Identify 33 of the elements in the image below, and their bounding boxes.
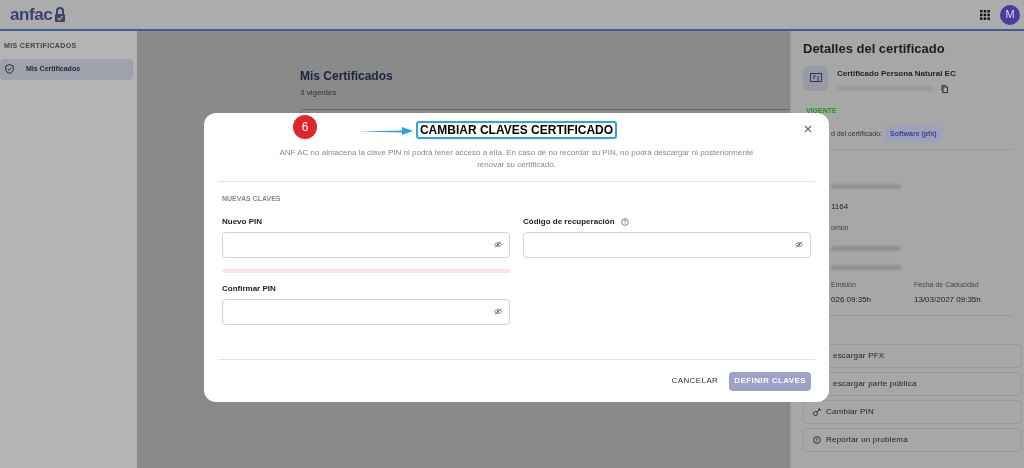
hide-password-icon[interactable] [494,308,502,315]
close-icon[interactable] [804,125,812,133]
copy-icon[interactable] [941,84,948,93]
field-value: 13/03/2027 09:35h [914,294,981,306]
logo-text: anfac [10,3,53,26]
help-icon[interactable] [620,217,629,226]
shield-icon [5,64,14,74]
cancel-button[interactable]: CANCELAR [670,371,720,391]
certificate-name: Certificado Persona Natural EC [837,67,956,80]
alert-icon [813,436,821,444]
password-field[interactable] [222,298,510,325]
hide-password-icon[interactable] [795,241,803,248]
field-value: 026 09:35h [831,294,873,306]
field-value: 1164 [831,201,850,213]
field-label: Código de recuperación [523,215,615,228]
field-label: Confirmar PIN [222,282,276,295]
dialog-title: CAMBIAR CLAVES CERTIFICADO [415,121,618,139]
page-subtitle: 3 vigentes [300,87,338,99]
lock-icon [54,6,67,23]
key-icon [813,408,821,416]
apps-grid-icon[interactable] [980,9,990,20]
password-field[interactable] [523,231,811,258]
arrow-icon [358,126,413,136]
dialog-description: ANF AC no almacena la clave PIN ni podrá tener acceso a ella. En caso de no recordar su PIN, no podrá descargar ni posteriormente renovar su certificado. [278,147,755,171]
certificate-icon [803,65,828,91]
avatar[interactable]: M [1000,4,1020,25]
page-title: Mis Certificados [300,68,394,85]
action-button[interactable]: Cambiar PIN [803,400,1022,424]
hide-password-icon[interactable] [494,241,502,248]
action-button[interactable]: Reportar un problema [803,428,1022,452]
password-field[interactable] [222,231,510,258]
field-label: Nuevo PIN [222,215,262,228]
panel-title: Detalles del certificado [802,40,946,58]
